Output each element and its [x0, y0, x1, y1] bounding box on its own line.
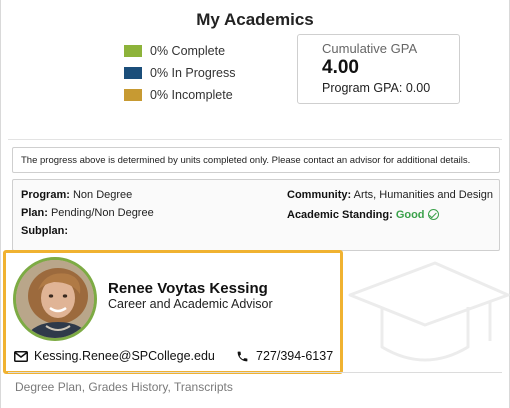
advisor-phone-link[interactable]: 727/394-6137: [236, 349, 333, 363]
academic-standing-row: Academic Standing: Good: [287, 207, 439, 221]
subplan-row: Subplan:: [21, 225, 68, 237]
legend-label-incomplete: 0% Incomplete: [150, 88, 233, 102]
footer-links[interactable]: Degree Plan, Grades History, Transcripts: [15, 380, 233, 394]
advisor-name: Renee Voytas Kessing: [108, 280, 268, 297]
advisor-photo: [16, 260, 94, 338]
community-row: Community: Arts, Humanities and Design: [287, 189, 493, 201]
progress-notice-text: The progress above is determined by unit…: [21, 154, 471, 166]
program-row: Program: Non Degree: [21, 189, 132, 201]
progress-legend: 0% Complete 0% In Progress 0% Incomplete: [124, 40, 235, 106]
community-value: Arts, Humanities and Design: [353, 189, 494, 201]
community-label: Community:: [287, 189, 352, 201]
subplan-label: Subplan:: [21, 225, 69, 237]
progress-notice: The progress above is determined by unit…: [12, 147, 500, 173]
advisor-avatar: [13, 257, 97, 341]
program-gpa: Program GPA: 0.00: [322, 81, 431, 95]
plan-row: Plan: Pending/Non Degree: [21, 207, 154, 219]
incomplete-swatch: [124, 89, 142, 101]
academic-details-card: Program: Non Degree Plan: Pending/Non De…: [12, 179, 500, 251]
legend-item-incomplete: 0% Incomplete: [124, 84, 235, 106]
cumulative-gpa-label: Cumulative GPA: [322, 41, 418, 56]
plan-label: Plan:: [21, 207, 48, 219]
complete-swatch: [124, 45, 142, 57]
page-title: My Academics: [196, 10, 314, 29]
advisor-email[interactable]: Kessing.Renee@SPCollege.edu: [34, 349, 215, 363]
gpa-card: Cumulative GPA 4.00 Program GPA: 0.00: [297, 34, 460, 104]
check-circle-icon: [427, 209, 439, 220]
advisor-phone[interactable]: 727/394-6137: [256, 349, 333, 363]
program-label: Program:: [21, 189, 70, 201]
legend-item-complete: 0% Complete: [124, 40, 235, 62]
footer-divider: [8, 372, 502, 373]
advisor-role: Career and Academic Advisor: [108, 297, 273, 311]
legend-label-in-progress: 0% In Progress: [150, 66, 236, 80]
cumulative-gpa-value: 4.00: [322, 57, 359, 78]
legend-item-in-progress: 0% In Progress: [124, 62, 235, 84]
program-value: Non Degree: [72, 189, 133, 201]
academic-standing-value: Good: [395, 209, 425, 221]
plan-value: Pending/Non Degree: [50, 207, 154, 219]
divider: [8, 139, 502, 140]
academic-standing-label: Academic Standing:: [287, 209, 393, 221]
in-progress-swatch: [124, 67, 142, 79]
advisor-card: Renee Voytas Kessing Career and Academic…: [3, 250, 343, 374]
advisor-email-link[interactable]: Kessing.Renee@SPCollege.edu: [14, 349, 215, 363]
graduation-cap-icon: [348, 261, 510, 362]
phone-icon: [237, 351, 248, 361]
envelope-icon: [14, 350, 28, 362]
legend-label-complete: 0% Complete: [150, 44, 226, 58]
